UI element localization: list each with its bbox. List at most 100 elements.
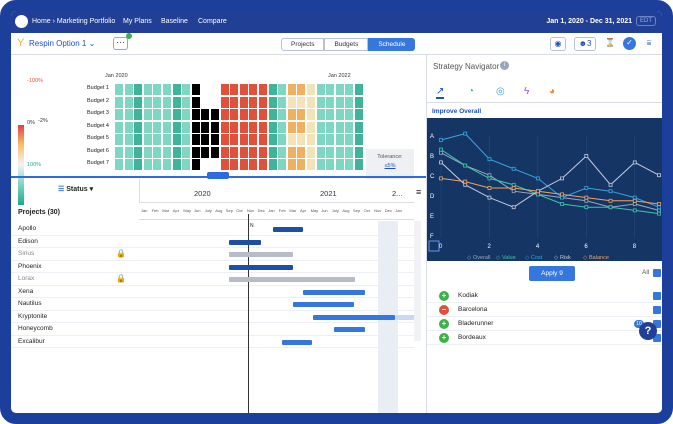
heatmap-cell[interactable]	[307, 159, 315, 170]
project-bar[interactable]	[303, 289, 365, 295]
heatmap-cell[interactable]	[182, 146, 191, 158]
heatmap-cell[interactable]	[287, 134, 296, 145]
heatmap-cell[interactable]	[191, 121, 200, 133]
heatmap-cell[interactable]	[335, 109, 344, 120]
data-point[interactable]	[608, 189, 613, 194]
data-point[interactable]	[632, 160, 637, 165]
project-bar[interactable]	[334, 327, 365, 332]
strategy-item[interactable]: + Bladerunner	[427, 317, 662, 331]
heatmap-cell[interactable]	[124, 84, 133, 95]
data-point[interactable]	[487, 176, 492, 181]
data-point[interactable]	[632, 202, 637, 206]
heatmap-cell[interactable]	[345, 159, 354, 170]
heatmap-cell[interactable]	[134, 159, 143, 170]
project-name[interactable]: Phoenix	[18, 263, 42, 270]
heatmap-cell[interactable]	[259, 134, 267, 145]
data-point[interactable]	[560, 195, 565, 200]
heatmap-cell[interactable]	[143, 121, 152, 133]
data-point[interactable]	[584, 186, 589, 190]
heatmap-cell[interactable]	[287, 146, 296, 158]
data-point[interactable]	[511, 182, 516, 187]
heatmap-cell[interactable]	[268, 159, 277, 170]
legend-entry[interactable]: Overall	[473, 255, 490, 261]
data-point[interactable]	[608, 182, 613, 187]
heatmap-cell[interactable]	[268, 121, 277, 133]
heatmap-cell[interactable]	[172, 109, 181, 120]
heatmap-cell[interactable]	[230, 84, 239, 95]
heatmap-cell[interactable]	[326, 146, 335, 158]
heatmap-cell[interactable]	[211, 84, 219, 95]
heatmap-cell[interactable]	[268, 146, 277, 158]
heatmap-cell[interactable]	[163, 134, 171, 145]
heatmap-cell[interactable]	[153, 96, 162, 108]
heatmap-cell[interactable]	[201, 84, 210, 95]
heatmap-cell[interactable]	[124, 134, 133, 145]
nav-my-plans[interactable]: My Plans	[123, 18, 152, 25]
trend-icon[interactable]: ↗	[436, 86, 445, 99]
heatmap-cell[interactable]	[326, 84, 335, 95]
heatmap-cell[interactable]	[115, 84, 123, 95]
team-button[interactable]: ☻3	[574, 37, 596, 51]
heatmap-cell[interactable]	[278, 84, 287, 95]
heatmap-cell[interactable]	[297, 109, 306, 120]
data-point[interactable]	[535, 176, 540, 181]
heatmap-cell[interactable]	[297, 84, 306, 95]
filter-icon[interactable]: ⩸	[643, 37, 655, 51]
heatmap-cell[interactable]	[335, 96, 344, 108]
data-point[interactable]	[560, 176, 565, 181]
legend-entry[interactable]: Risk	[560, 255, 571, 261]
heatmap-cell[interactable]	[326, 134, 335, 145]
heatmap-cell[interactable]	[115, 134, 123, 145]
data-point[interactable]	[657, 173, 661, 178]
heatmap-cell[interactable]	[230, 121, 239, 133]
heatmap-cell[interactable]	[220, 96, 229, 108]
heatmap-cell[interactable]	[134, 121, 143, 133]
heatmap-cell[interactable]	[201, 96, 210, 108]
heatmap-cell[interactable]	[124, 109, 133, 120]
heatmap-cell[interactable]	[153, 121, 162, 133]
heatmap-cell[interactable]	[316, 109, 325, 120]
heatmap-cell[interactable]	[316, 146, 325, 158]
data-point[interactable]	[584, 154, 589, 158]
all-checkbox[interactable]	[653, 269, 661, 277]
heatmap-cell[interactable]	[182, 134, 191, 145]
project-bar[interactable]	[229, 264, 293, 270]
heatmap-cell[interactable]	[134, 109, 143, 120]
heatmap-cell[interactable]	[115, 146, 123, 158]
heatmap-cell[interactable]	[182, 109, 191, 120]
heatmap-cell[interactable]	[259, 159, 267, 170]
heatmap-cell[interactable]	[307, 146, 315, 158]
data-point[interactable]	[463, 179, 468, 184]
compass-icon[interactable]: ✓	[623, 37, 636, 50]
heatmap-cell[interactable]	[326, 159, 335, 170]
expand-icon[interactable]	[428, 240, 440, 252]
heatmap-cell[interactable]	[220, 121, 229, 133]
heatmap-cell[interactable]	[249, 159, 258, 170]
heatmap-cell[interactable]	[239, 96, 248, 108]
data-point[interactable]	[584, 198, 589, 203]
heatmap-cell[interactable]	[115, 109, 123, 120]
heatmap-cell[interactable]	[335, 146, 344, 158]
heatmap-cell[interactable]	[259, 121, 267, 133]
data-point[interactable]	[632, 208, 637, 213]
project-name[interactable]: Nautilus	[18, 300, 41, 307]
project-row[interactable]: Excalibur	[11, 336, 414, 348]
legend-entry[interactable]: Value	[502, 255, 516, 261]
heatmap-cell[interactable]	[172, 121, 181, 133]
heatmap-cell[interactable]	[201, 146, 210, 158]
heatmap-cell[interactable]	[326, 121, 335, 133]
data-point[interactable]	[463, 163, 468, 168]
heatmap-cell[interactable]	[182, 84, 191, 95]
heatmap-cell[interactable]	[355, 146, 363, 158]
drag-handle[interactable]	[207, 172, 229, 179]
data-point[interactable]	[439, 176, 443, 181]
date-range[interactable]: Jan 1, 2020 - Dec 31, 2021	[546, 18, 632, 25]
bolt-icon[interactable]: ϟ	[524, 86, 529, 97]
data-point[interactable]	[487, 195, 492, 200]
heatmap-cell[interactable]	[172, 159, 181, 170]
project-name[interactable]: Honeycomb	[18, 325, 53, 332]
heatmap-cell[interactable]	[143, 146, 152, 158]
project-name[interactable]: Kryptonite	[18, 313, 47, 320]
data-point[interactable]	[511, 186, 516, 190]
heatmap-cell[interactable]	[191, 134, 200, 145]
